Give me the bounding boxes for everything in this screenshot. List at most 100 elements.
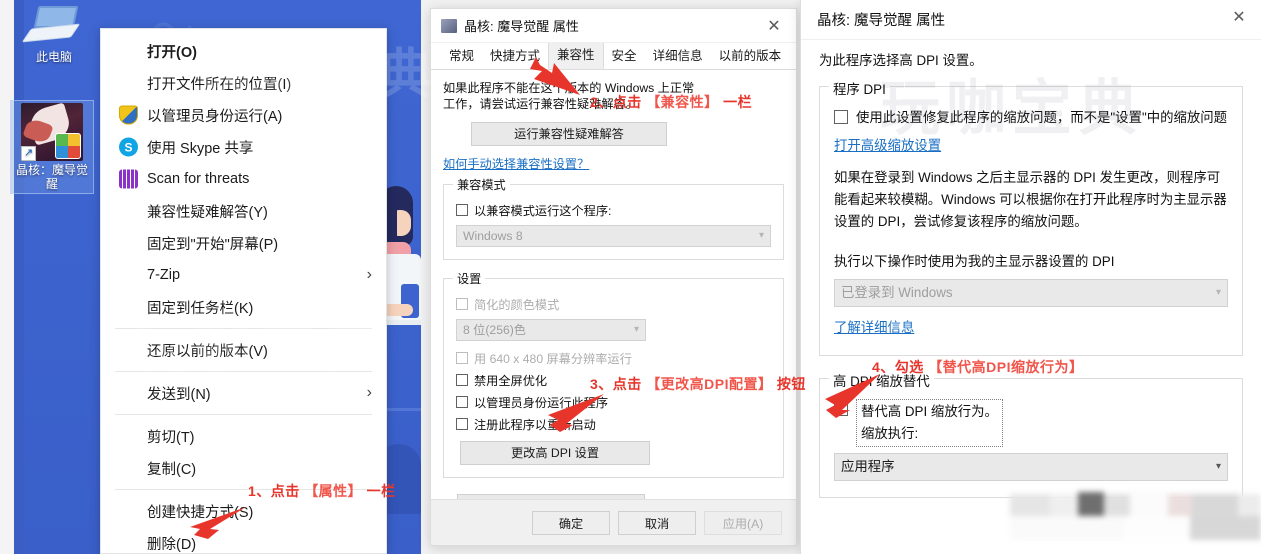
reduced-color-mode-checkbox[interactable] xyxy=(456,298,468,310)
annotation-arrow-1 xyxy=(190,507,246,539)
change-high-dpi-settings-button[interactable]: 更改高 DPI 设置 xyxy=(460,441,650,465)
run-as-admin-checkbox[interactable] xyxy=(456,396,468,408)
menu-item-scan-for-threats[interactable]: Scan for threats xyxy=(101,163,386,195)
dpi-dialog-body: 为此程序选择高 DPI 设置。 程序 DPI 使用此设置修复此程序的缩放问题，而… xyxy=(801,40,1261,498)
menu-item-run-as-administrator[interactable]: 以管理员身份运行(A) xyxy=(101,99,386,131)
open-advanced-scaling-link[interactable]: 打开高级缩放设置 xyxy=(834,135,1228,157)
program-dpi-group: 程序 DPI 使用此设置修复此程序的缩放问题，而不是"设置"中的缩放问题 打开高… xyxy=(819,79,1243,356)
override-high-dpi-row[interactable]: ✓ 替代高 DPI 缩放行为。 缩放执行: xyxy=(834,399,1228,447)
compat-mode-os-value: Windows 8 xyxy=(463,229,523,243)
annotation-step-3: 3、点击 【更改高DPI配置】 按钮 xyxy=(590,374,806,394)
run-640x480-checkbox[interactable] xyxy=(456,352,468,364)
close-icon[interactable]: ✕ xyxy=(752,9,796,42)
tab-details[interactable]: 详细信息 xyxy=(645,41,711,69)
dpi-source-value: 已登录到 Windows xyxy=(841,285,953,300)
desktop-icon-game-shortcut[interactable]: ↗ 晶核：魔导觉醒 xyxy=(10,100,94,194)
compat-help-link[interactable]: 如何手动选择兼容性设置？ xyxy=(443,156,784,172)
chevron-down-icon: ▾ xyxy=(1215,461,1221,472)
tab-general[interactable]: 常规 xyxy=(441,41,482,69)
properties-dialog[interactable]: 晶核: 魔导觉醒 属性 ✕ 常规 快捷方式 兼容性 安全 详细信息 以前的版本 … xyxy=(430,8,797,546)
color-depth-select[interactable]: 8 位(256)色 ▾ xyxy=(456,319,646,341)
menu-item-cut[interactable]: 剪切(T) xyxy=(101,420,386,452)
computer-icon xyxy=(21,6,81,48)
dpi-dialog-title: 晶核: 魔导觉醒 属性 xyxy=(817,13,946,29)
apply-button[interactable]: 应用(A) xyxy=(704,510,782,535)
menu-separator xyxy=(115,328,372,329)
menu-item-label: 还原以前的版本(V) xyxy=(147,343,268,360)
color-depth-value: 8 位(256)色 xyxy=(463,323,526,337)
menu-item-compatibility-troubleshoot[interactable]: 兼容性疑难解答(Y) xyxy=(101,195,386,227)
scaling-performed-by-select[interactable]: 应用程序 ▾ xyxy=(834,453,1228,481)
override-high-dpi-label-line2: 缩放执行: xyxy=(861,426,919,441)
menu-item-label: 以管理员身份运行(A) xyxy=(147,108,283,125)
register-restart-row[interactable]: 注册此程序以重新启动 xyxy=(456,417,771,433)
scaling-performed-by-value: 应用程序 xyxy=(841,459,895,474)
blurred-watermark-block xyxy=(1010,480,1261,540)
high-dpi-settings-dialog[interactable]: 晶核: 魔导觉醒 属性 ✕ 为此程序选择高 DPI 设置。 程序 DPI 使用此… xyxy=(800,0,1261,554)
annotation-step-4-bracket: 【替代高DPI缩放行为】 xyxy=(928,359,1084,375)
compat-mode-checkbox-row[interactable]: 以兼容模式运行这个程序: xyxy=(456,203,771,219)
chevron-down-icon: ▾ xyxy=(758,230,764,241)
annotation-step-3-prefix: 3、点击 xyxy=(590,376,642,392)
reduced-color-mode-row[interactable]: 简化的颜色模式 xyxy=(456,297,771,313)
menu-item-pin-to-taskbar[interactable]: 固定到任务栏(K) xyxy=(101,291,386,323)
game-shortcut-icon: ↗ xyxy=(21,103,83,161)
compat-mode-group: 兼容模式 以兼容模式运行这个程序: Windows 8 ▾ xyxy=(443,177,784,260)
run-as-admin-row[interactable]: 以管理员身份运行此程序 xyxy=(456,395,771,411)
tab-security[interactable]: 安全 xyxy=(604,41,645,69)
run-troubleshooter-button[interactable]: 运行兼容性疑难解答 xyxy=(471,122,667,146)
menu-item-open-file-location[interactable]: 打开文件所在的位置(I) xyxy=(101,67,386,99)
annotation-step-2-bracket: 【兼容性】 xyxy=(646,94,719,110)
close-icon[interactable]: ✕ xyxy=(1217,0,1261,33)
annotation-arrow-3 xyxy=(548,394,604,432)
desktop-icon-label: 晶核：魔导觉醒 xyxy=(15,163,88,191)
compat-mode-os-select[interactable]: Windows 8 ▾ xyxy=(456,225,771,247)
properties-dialog-footer: 确定 取消 应用(A) xyxy=(431,499,796,545)
use-this-setting-checkbox[interactable] xyxy=(834,110,848,124)
learn-more-link[interactable]: 了解详细信息 xyxy=(834,317,1228,339)
annotation-step-4: 4、勾选 【替代高DPI缩放行为】 xyxy=(872,357,1084,377)
menu-item-send-to[interactable]: 发送到(N) › xyxy=(101,377,386,409)
properties-tabstrip[interactable]: 常规 快捷方式 兼容性 安全 详细信息 以前的版本 xyxy=(431,39,796,70)
desktop-icon-label: 此电脑 xyxy=(35,50,72,64)
app-icon xyxy=(441,18,457,33)
wallpaper-left-strip xyxy=(0,0,14,554)
properties-dialog-titlebar: 晶核: 魔导觉醒 属性 ✕ xyxy=(431,9,796,43)
menu-item-label: 打开文件所在的位置(I) xyxy=(147,76,292,93)
menu-item-label: 7-Zip xyxy=(147,267,181,283)
annotation-step-1-bracket: 【属性】 xyxy=(304,483,363,499)
disable-fullscreen-opt-checkbox[interactable] xyxy=(456,374,468,386)
menu-item-copy[interactable]: 复制(C) xyxy=(101,452,386,484)
desktop-context-menu[interactable]: 打开(O) 打开文件所在的位置(I) 以管理员身份运行(A) S 使用 Skyp… xyxy=(100,28,387,554)
cancel-button[interactable]: 取消 xyxy=(618,510,696,535)
run-640x480-row[interactable]: 用 640 x 480 屏幕分辨率运行 xyxy=(456,351,771,367)
properties-dialog-title: 晶核: 魔导觉醒 属性 xyxy=(464,19,579,34)
menu-item-label: 剪切(T) xyxy=(147,429,195,446)
menu-item-restore-previous-versions[interactable]: 还原以前的版本(V) xyxy=(101,334,386,366)
program-dpi-group-title: 程序 DPI xyxy=(829,79,890,101)
chevron-down-icon: ▾ xyxy=(633,324,639,335)
dpi-heading: 为此程序选择高 DPI 设置。 xyxy=(819,53,983,68)
menu-item-open[interactable]: 打开(O) xyxy=(101,35,386,67)
dpi-source-select[interactable]: 已登录到 Windows ▾ xyxy=(834,279,1228,307)
compatibility-tab-page: 如果此程序不能在这个版本的 Windows 上正常工作，请尝试运行兼容性疑难解答… xyxy=(431,70,796,545)
ok-button[interactable]: 确定 xyxy=(532,510,610,535)
tab-previous-versions[interactable]: 以前的版本 xyxy=(711,41,790,69)
disable-fullscreen-opt-label: 禁用全屏优化 xyxy=(474,374,548,388)
annotation-step-2-suffix: 一栏 xyxy=(723,94,753,110)
menu-item-label: 固定到任务栏(K) xyxy=(147,300,254,317)
menu-item-pin-to-start[interactable]: 固定到"开始"屏幕(P) xyxy=(101,227,386,259)
annotation-arrow-2 xyxy=(530,57,580,95)
dpi-description: 如果在登录到 Windows 之后主显示器的 DPI 发生更改，则程序可能看起来… xyxy=(834,170,1227,229)
chevron-down-icon: ▾ xyxy=(1215,287,1221,298)
register-restart-checkbox[interactable] xyxy=(456,418,468,430)
use-this-setting-row[interactable]: 使用此设置修复此程序的缩放问题，而不是"设置"中的缩放问题 xyxy=(834,107,1228,129)
desktop-icon-this-pc[interactable]: 此电脑 xyxy=(12,6,96,64)
compat-mode-checkbox-label: 以兼容模式运行这个程序: xyxy=(474,204,612,218)
settings-group-title: 设置 xyxy=(453,271,486,287)
menu-item-7zip[interactable]: 7-Zip › xyxy=(101,259,386,291)
menu-item-share-with-skype[interactable]: S 使用 Skype 共享 xyxy=(101,131,386,163)
compat-mode-checkbox[interactable] xyxy=(456,204,468,216)
chevron-right-icon: › xyxy=(366,266,372,283)
dpi-combo-label: 执行以下操作时使用为我的主显示器设置的 DPI xyxy=(834,254,1115,269)
